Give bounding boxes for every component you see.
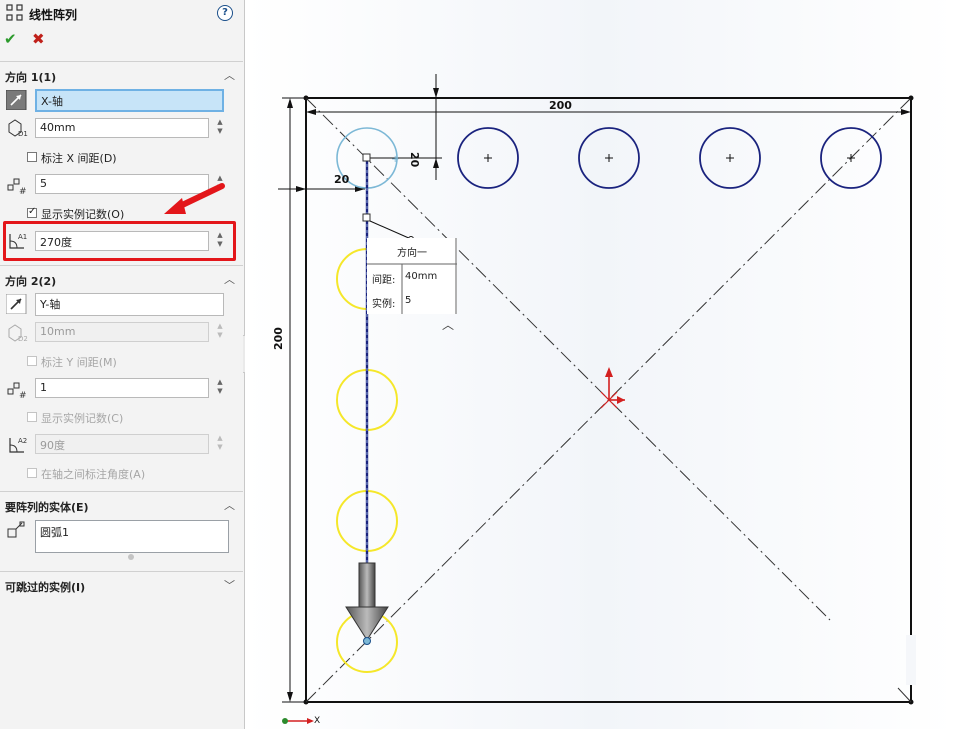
- spin-stepper[interactable]: ▲▼: [214, 322, 226, 342]
- spin-stepper[interactable]: ▲▼: [214, 378, 226, 398]
- direction2-spacing-input[interactable]: 10mm: [35, 322, 209, 342]
- callout-title: 方向一: [397, 248, 427, 259]
- list-item[interactable]: 圆弧1: [40, 526, 69, 539]
- show-instance-count-2-checkbox[interactable]: [27, 412, 37, 422]
- show-instance-count-2-label: 显示实例记数(C): [41, 412, 124, 425]
- dim-width[interactable]: 200: [549, 99, 572, 112]
- property-manager-panel: 线性阵列 ? ✔ ✖ 方向 1(1) ︿ X-轴 D1 40mm ▲ ▼ 标注 X…: [0, 0, 245, 729]
- dim-x-spacing-checkbox[interactable]: [27, 152, 37, 162]
- dim-x-spacing-label: 标注 X 间距(D): [41, 152, 117, 165]
- instances-icon: #: [7, 178, 27, 195]
- expand-chevron-icon[interactable]: ﹀: [224, 577, 235, 593]
- entities-list[interactable]: 圆弧1: [35, 520, 229, 553]
- direction2-instances-input[interactable]: 1: [35, 378, 209, 398]
- help-icon[interactable]: ?: [217, 5, 233, 21]
- annotation-arrow: [164, 183, 225, 214]
- direction1-axis-field[interactable]: X-轴: [35, 89, 224, 112]
- panel-title: 线性阵列: [29, 8, 78, 22]
- angle-icon: A2: [9, 437, 27, 453]
- spacing-handle[interactable]: [362, 213, 371, 222]
- spin-stepper[interactable]: ▲▼: [214, 231, 226, 251]
- show-instance-count-checkbox[interactable]: [27, 206, 37, 218]
- direction-callout[interactable]: 方向一 间距: 40mm 实例: 5: [367, 238, 457, 314]
- dim-offset-x[interactable]: 20: [334, 173, 349, 186]
- skip-instances-header[interactable]: 可跳过的实例(I): [5, 579, 85, 595]
- sketch-entity-icon: [7, 521, 25, 538]
- divider: [0, 491, 243, 492]
- direction2-angle-input[interactable]: 90度: [35, 434, 209, 454]
- dim-angle-label: 在轴之间标注角度(A): [41, 468, 146, 481]
- spacing-icon: D2: [8, 324, 28, 343]
- svg-text:D1: D1: [18, 130, 28, 138]
- resize-handle[interactable]: [128, 554, 134, 560]
- pattern-direction-icon[interactable]: [6, 90, 28, 110]
- show-instance-count-label: 显示实例记数(O): [41, 208, 125, 221]
- dim-offset-y[interactable]: 20: [408, 152, 421, 167]
- svg-text:+: +: [391, 154, 399, 165]
- direction-arrow[interactable]: [358, 562, 376, 608]
- dim-height[interactable]: 200: [272, 327, 285, 350]
- svg-text:#: #: [19, 187, 27, 195]
- svg-text:D2: D2: [18, 335, 28, 343]
- spacing-icon: D1: [8, 119, 28, 138]
- angle-icon: A1: [9, 233, 27, 249]
- direction2-axis-field[interactable]: Y-轴: [35, 293, 224, 316]
- triad-x-label: X: [314, 716, 321, 726]
- collapse-chevron-icon[interactable]: ︿: [224, 497, 235, 513]
- center-handle[interactable]: [362, 153, 371, 162]
- cancel-button[interactable]: ✖: [32, 30, 45, 48]
- divider: [0, 571, 243, 572]
- direction1-header[interactable]: 方向 1(1): [5, 69, 56, 85]
- linear-pattern-icon: [6, 4, 23, 21]
- callout-instances-label: 实例:: [372, 299, 396, 310]
- divider: [0, 61, 243, 62]
- divider: [0, 265, 243, 266]
- callout-instances-value[interactable]: 5: [405, 295, 411, 306]
- svg-text:#: #: [19, 391, 27, 399]
- svg-text:A1: A1: [18, 233, 27, 241]
- collapse-chevron-icon[interactable]: ︿: [224, 67, 235, 83]
- entities-header[interactable]: 要阵列的实体(E): [5, 499, 89, 515]
- direction1-spacing-input[interactable]: 40mm: [35, 118, 209, 138]
- instances-icon: #: [7, 382, 27, 399]
- dim-angle-checkbox[interactable]: [27, 468, 37, 478]
- svg-text:A2: A2: [18, 437, 27, 445]
- callout-spacing-value[interactable]: 40mm: [405, 271, 437, 282]
- svg-text:︿: ︿: [442, 318, 454, 332]
- collapse-chevron-icon[interactable]: ︿: [224, 271, 235, 287]
- direction2-header[interactable]: 方向 2(2): [5, 273, 56, 289]
- pattern-direction-icon[interactable]: [6, 294, 28, 314]
- dim-y-spacing-checkbox[interactable]: [27, 356, 37, 366]
- spin-stepper[interactable]: ▲▼: [214, 434, 226, 454]
- callout-spacing-label: 间距:: [372, 275, 396, 286]
- spin-stepper[interactable]: ▲▼: [214, 118, 226, 138]
- ok-button[interactable]: ✔: [4, 30, 17, 48]
- graphics-area[interactable]: + ︿: [245, 0, 955, 729]
- direction1-angle-input[interactable]: 270度: [35, 231, 209, 251]
- dim-y-spacing-label: 标注 Y 间距(M): [41, 356, 117, 369]
